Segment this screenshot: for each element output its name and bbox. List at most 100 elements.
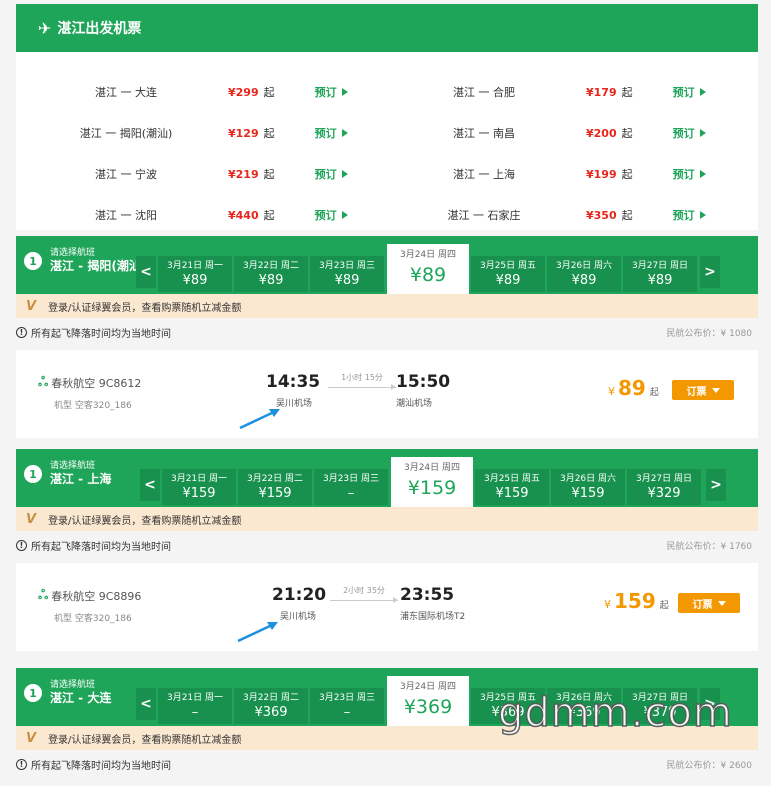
watermark: gdmm.com — [497, 689, 733, 737]
date-tab[interactable]: 3月26日 周六 ¥159 — [551, 469, 625, 505]
route-item: 湛江 一 大连 ¥299 起 预订 — [76, 82, 348, 102]
book-button[interactable]: 预订 — [315, 125, 348, 141]
timezone-notice: ! 所有起飞降落时间均为当地时间 民航公布价：¥ 2600 — [16, 750, 758, 778]
route-qi: 起 — [263, 86, 275, 99]
book-button[interactable]: 预订 — [315, 84, 348, 100]
route-selector: 1 请选择航班 湛江 - 揭阳(潮汕) — [24, 248, 146, 274]
timezone-text: 所有起飞降落时间均为当地时间 — [31, 541, 171, 553]
play-arrow-icon — [341, 211, 348, 219]
route-name: 湛江 一 合肥 — [453, 86, 515, 99]
route-price: ¥129 — [228, 126, 259, 140]
date-tab[interactable]: 3月23日 周三 – — [314, 469, 388, 505]
next-date-button[interactable]: > — [706, 469, 726, 501]
spring-airlines-logo-icon: ஃ — [38, 588, 49, 603]
flight-duration: 2小时 35分 — [330, 585, 398, 603]
prev-date-button[interactable]: < — [140, 469, 160, 501]
play-arrow-icon — [699, 170, 706, 178]
prev-date-button[interactable]: < — [136, 256, 156, 288]
route-qi: 起 — [263, 168, 275, 181]
route-selector: 1 请选择航班 湛江 - 上海 — [24, 461, 111, 487]
date-tab[interactable]: 3月22日 周二 ¥369 — [234, 688, 308, 724]
timezone-text: 所有起飞降落时间均为当地时间 — [31, 760, 171, 772]
date-tab[interactable]: 3月21日 周一 ¥89 — [158, 256, 232, 292]
date-bar: 1 请选择航班 湛江 - 上海 < 3月21日 周一 ¥159 3月22日 周二 ¥… — [16, 449, 758, 507]
play-arrow-icon — [699, 211, 706, 219]
duration-arrow-icon — [328, 384, 396, 390]
date-tab-active[interactable]: 3月24日 周四 ¥159 — [391, 457, 473, 507]
play-arrow-icon — [341, 88, 348, 96]
route-price: ¥299 — [228, 85, 259, 99]
arrival-time: 15:50 — [396, 372, 451, 392]
date-tab[interactable]: 3月22日 周二 ¥89 — [234, 256, 308, 292]
departure-time: 14:35 — [266, 372, 321, 392]
spring-airlines-logo-icon: ஃ — [38, 375, 49, 390]
member-v-icon: V — [26, 298, 37, 314]
play-arrow-icon — [341, 170, 348, 178]
selected-route: 湛江 - 揭阳(潮汕) — [50, 259, 147, 273]
date-tab-active[interactable]: 3月24日 周四 ¥89 — [387, 244, 469, 294]
route-item: 湛江 一 石家庄 ¥350 起 预订 — [434, 205, 706, 225]
route-price: ¥440 — [228, 208, 259, 222]
date-tab[interactable]: 3月23日 周三 – — [310, 688, 384, 724]
route-name: 湛江 一 沈阳 — [95, 209, 157, 222]
route-name: 湛江 一 上海 — [453, 168, 515, 181]
route-qi: 起 — [621, 209, 633, 222]
airline-flight-no: 春秋航空 9C8612 — [51, 377, 142, 390]
route-qi: 起 — [263, 209, 275, 222]
order-ticket-button[interactable]: 订票 — [672, 380, 734, 400]
departure-panel: ✈ 湛江出发机票 湛江 一 大连 ¥299 起 预订 湛江 一 合肥 ¥179 … — [16, 4, 758, 230]
caret-down-icon — [717, 600, 726, 606]
airline: ஃ 春秋航空 9C8896 — [38, 588, 141, 604]
route-list: 湛江 一 大连 ¥299 起 预订 湛江 一 合肥 ¥179 起 预订 湛江 一… — [16, 52, 758, 230]
date-tab[interactable]: 3月21日 周一 – — [158, 688, 232, 724]
date-tab-active[interactable]: 3月24日 周四 ¥369 — [387, 676, 469, 726]
book-button[interactable]: 预订 — [673, 166, 706, 182]
book-button[interactable]: 预订 — [673, 125, 706, 141]
panel-header: ✈ 湛江出发机票 — [16, 4, 758, 52]
date-tab[interactable]: 3月22日 周二 ¥159 — [238, 469, 312, 505]
date-tab[interactable]: 3月26日 周六 ¥89 — [547, 256, 621, 292]
arrival-time: 23:55 — [400, 585, 455, 605]
play-arrow-icon — [341, 129, 348, 137]
route-qi: 起 — [621, 168, 633, 181]
date-tab[interactable]: 3月27日 周日 ¥329 — [627, 469, 701, 505]
book-button[interactable]: 预订 — [673, 84, 706, 100]
date-tab[interactable]: 3月27日 周日 ¥89 — [623, 256, 697, 292]
departure-time: 21:20 — [272, 585, 327, 605]
route-price: ¥350 — [586, 208, 617, 222]
info-icon: ! — [16, 758, 27, 770]
play-arrow-icon — [699, 88, 706, 96]
select-label: 请选择航班 — [50, 248, 96, 258]
timezone-notice: ! 所有起飞降落时间均为当地时间 民航公布价：¥ 1080 — [16, 318, 758, 346]
book-button[interactable]: 预订 — [315, 207, 348, 223]
flight-section: 1 请选择航班 湛江 - 上海 < 3月21日 周一 ¥159 3月22日 周二 ¥… — [16, 449, 758, 651]
official-price: 民航公布价：¥ 2600 — [666, 760, 753, 771]
route-price: ¥179 — [586, 85, 617, 99]
route-item: 湛江 一 上海 ¥199 起 预订 — [434, 164, 706, 184]
member-v-icon: V — [26, 730, 37, 746]
prev-date-button[interactable]: < — [136, 688, 156, 720]
member-text: 登录/认证绿翼会员，查看购票随机立减金额 — [48, 515, 242, 527]
date-tab[interactable]: 3月25日 周五 ¥159 — [475, 469, 549, 505]
member-banner[interactable]: V 登录/认证绿翼会员，查看购票随机立减金额 — [16, 507, 758, 531]
order-ticket-button[interactable]: 订票 — [678, 593, 740, 613]
date-tab[interactable]: 3月23日 周三 ¥89 — [310, 256, 384, 292]
route-qi: 起 — [621, 86, 633, 99]
route-price: ¥199 — [586, 167, 617, 181]
date-tab[interactable]: 3月25日 周五 ¥89 — [471, 256, 545, 292]
next-date-button[interactable]: > — [700, 256, 720, 288]
route-item: 湛江 一 沈阳 ¥440 起 预订 — [76, 205, 348, 225]
flight-price: ¥89 起 — [608, 376, 659, 400]
airline: ஃ 春秋航空 9C8612 — [38, 375, 141, 391]
book-button[interactable]: 预订 — [673, 207, 706, 223]
route-item: 湛江 一 揭阳(潮汕) ¥129 起 预订 — [76, 123, 348, 143]
member-banner[interactable]: V 登录/认证绿翼会员，查看购票随机立减金额 — [16, 294, 758, 318]
route-price: ¥219 — [228, 167, 259, 181]
book-button[interactable]: 预订 — [315, 166, 348, 182]
flight-row: ஃ 春秋航空 9C8612 机型 空客320_186 14:35 吴川机场 1小时… — [16, 350, 758, 438]
date-tab[interactable]: 3月21日 周一 ¥159 — [162, 469, 236, 505]
flight-duration: 1小时 15分 — [328, 372, 396, 390]
departure-airport: 吴川机场 — [280, 612, 317, 622]
step-number: 1 — [24, 465, 42, 483]
aircraft-type: 机型 空客320_186 — [54, 614, 132, 624]
